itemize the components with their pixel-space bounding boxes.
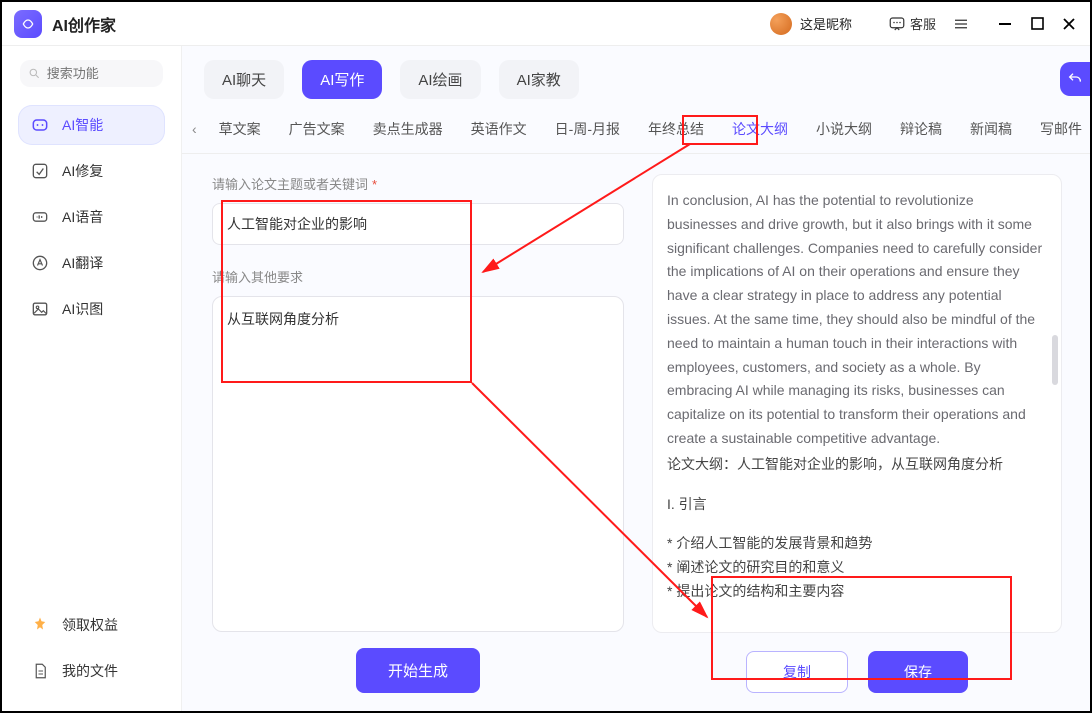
sidebar-item-ai-image[interactable]: AI识图 [18,289,165,329]
app-title: AI创作家 [52,12,116,36]
output-bullet: * 提出论文的结构和主要内容 [667,580,1047,604]
repair-icon [30,161,50,181]
copy-button[interactable]: 复制 [746,651,848,693]
sub-tab[interactable]: 广告文案 [277,115,357,143]
extra-label: 请输入其他要求 [212,267,624,286]
sub-tabs: ‹ 草文案 广告文案 卖点生成器 英语作文 日-周-月报 年终总结 论文大纲 小… [182,111,1090,154]
sub-tab[interactable]: 写邮件 [1028,115,1092,143]
sidebar: AI智能 AI修复 AI语音 AI翻译 AI识图 领取权益 我的文件 [2,46,182,711]
avatar[interactable] [770,13,792,35]
output-bullet: * 阐述论文的研究目的和意义 [667,556,1047,580]
sidebar-item-label: 领取权益 [62,615,118,635]
smart-icon [30,115,50,135]
search-input-wrap[interactable] [20,60,163,87]
support-button[interactable]: 客服 [880,10,944,37]
extra-textarea[interactable] [212,296,624,632]
sub-tab[interactable]: 辩论稿 [888,115,954,143]
sidebar-item-ai-repair[interactable]: AI修复 [18,151,165,191]
titlebar: AI创作家 这是昵称 客服 [2,2,1090,46]
translate-icon [30,253,50,273]
output-english: In conclusion, AI has the potential to r… [667,189,1047,451]
output-outline-title: 论文大纲：人工智能对企业的影响，从互联网角度分析 [667,453,1047,477]
mode-tab-chat[interactable]: AI聊天 [204,60,284,99]
menu-button[interactable] [944,11,978,37]
file-icon [30,661,50,681]
topic-input[interactable] [212,203,624,245]
sidebar-item-ai-voice[interactable]: AI语音 [18,197,165,237]
sidebar-item-benefits[interactable]: 领取权益 [18,605,165,645]
minimize-icon [998,17,1012,31]
app-icon [14,10,42,38]
mode-tabs: AI聊天 AI写作 AI绘画 AI家教 [182,46,1090,111]
sub-tab-active[interactable]: 论文大纲 [720,115,800,143]
support-label: 客服 [910,14,936,33]
hamburger-icon [952,15,970,33]
sub-tab[interactable]: 英语作文 [459,115,539,143]
close-icon [1062,17,1076,31]
generate-button[interactable]: 开始生成 [356,648,480,693]
mode-tab-tutor[interactable]: AI家教 [499,60,579,99]
voice-icon [30,207,50,227]
minimize-button[interactable] [996,15,1014,33]
gift-icon [30,615,50,635]
search-icon [28,66,41,81]
sub-tab[interactable]: 年终总结 [636,115,716,143]
scrollbar-thumb[interactable] [1052,335,1058,385]
output-box[interactable]: In conclusion, AI has the potential to r… [652,174,1062,633]
scroll-left-button[interactable]: ‹ [186,117,203,141]
search-input[interactable] [47,66,155,81]
output-bullet: * 介绍人工智能的发展背景和趋势 [667,532,1047,556]
image-icon [30,299,50,319]
sub-tab[interactable]: 新闻稿 [958,115,1024,143]
maximize-icon [1031,17,1044,30]
maximize-button[interactable] [1028,15,1046,33]
sidebar-item-label: AI识图 [62,299,103,319]
undo-icon [1067,71,1083,87]
save-button[interactable]: 保存 [868,651,968,693]
sidebar-item-ai-smart[interactable]: AI智能 [18,105,165,145]
mode-tab-draw[interactable]: AI绘画 [400,60,480,99]
sidebar-item-ai-translate[interactable]: AI翻译 [18,243,165,283]
input-pane: 请输入论文主题或者关键词* 请输入其他要求 开始生成 [182,156,642,711]
sidebar-item-label: AI修复 [62,161,103,181]
chat-icon [888,15,906,33]
sidebar-item-label: AI翻译 [62,253,103,273]
main-area: AI聊天 AI写作 AI绘画 AI家教 ‹ 草文案 广告文案 卖点生成器 英语作… [182,46,1090,711]
output-section-title: I. 引言 [667,493,1047,517]
undo-chip[interactable] [1060,62,1090,96]
sidebar-item-myfiles[interactable]: 我的文件 [18,651,165,691]
sidebar-item-label: 我的文件 [62,661,118,681]
sidebar-item-label: AI智能 [62,115,103,135]
sub-tab[interactable]: 日-周-月报 [543,115,632,143]
nickname: 这是昵称 [800,14,852,33]
topic-label: 请输入论文主题或者关键词* [212,174,624,193]
sub-tab[interactable]: 卖点生成器 [361,115,455,143]
sub-tab[interactable]: 草文案 [207,115,273,143]
output-buttons: 复制 保存 [652,633,1062,693]
sidebar-item-label: AI语音 [62,207,103,227]
close-button[interactable] [1060,15,1078,33]
mode-tab-write[interactable]: AI写作 [302,60,382,99]
output-pane: In conclusion, AI has the potential to r… [642,156,1090,711]
sub-tab[interactable]: 小说大纲 [804,115,884,143]
